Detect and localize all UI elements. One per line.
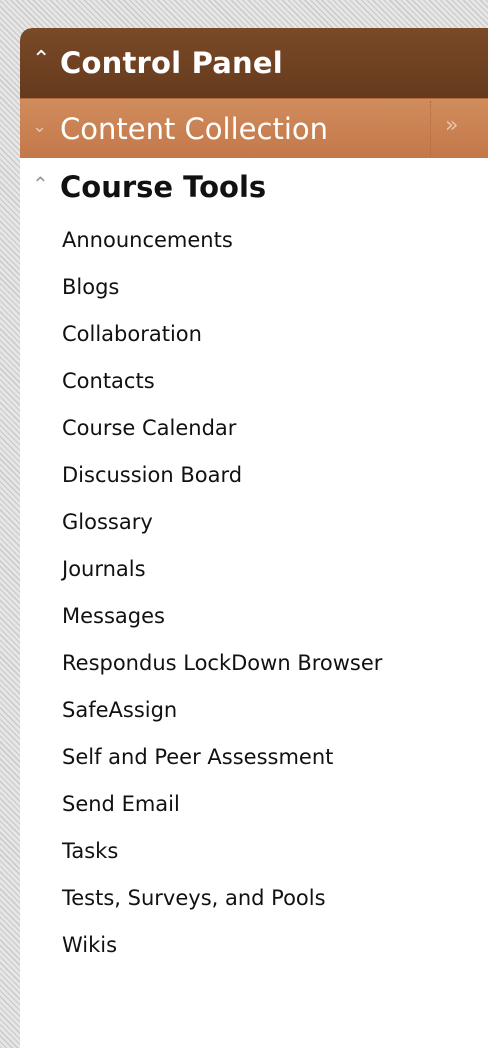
control-panel-title[interactable]: Control Panel (60, 46, 283, 80)
double-chevron-down-icon[interactable]: ⌄ (32, 116, 60, 137)
tool-link-discussion-board[interactable]: Discussion Board (62, 458, 472, 492)
tool-link-safeassign[interactable]: SafeAssign (62, 693, 472, 727)
course-tools-header[interactable]: ⌃ Course Tools (32, 170, 266, 204)
tool-link-messages[interactable]: Messages (62, 599, 472, 633)
tool-link-self-and-peer-assessment[interactable]: Self and Peer Assessment (62, 740, 472, 774)
tool-link-send-email[interactable]: Send Email (62, 787, 472, 821)
content-collection-link[interactable]: Content Collection (60, 112, 445, 146)
control-panel-sidebar: ⌃ Control Panel ⌄ Content Collection » ⌃… (20, 28, 488, 1048)
tool-link-blogs[interactable]: Blogs (62, 270, 472, 304)
control-panel-header[interactable]: ⌃ Control Panel (20, 28, 488, 98)
tool-link-respondus-lockdown-browser[interactable]: Respondus LockDown Browser (62, 646, 392, 680)
tool-link-tests-surveys-pools[interactable]: Tests, Surveys, and Pools (62, 881, 472, 915)
tool-link-glossary[interactable]: Glossary (62, 505, 472, 539)
double-chevron-up-icon[interactable]: ⌃ (32, 172, 60, 196)
tool-link-contacts[interactable]: Contacts (62, 364, 472, 398)
content-collection-row[interactable]: ⌄ Content Collection » (20, 98, 488, 158)
tool-link-wikis[interactable]: Wikis (62, 928, 472, 962)
tool-link-collaboration[interactable]: Collaboration (62, 317, 472, 351)
tool-link-journals[interactable]: Journals (62, 552, 472, 586)
tool-link-course-calendar[interactable]: Course Calendar (62, 411, 472, 445)
row-divider (430, 101, 431, 157)
tool-link-tasks[interactable]: Tasks (62, 834, 472, 868)
course-tools-title[interactable]: Course Tools (60, 170, 266, 204)
course-tools-list: Announcements Blogs Collaboration Contac… (62, 223, 472, 975)
double-chevron-up-icon[interactable]: ⌃ (32, 49, 60, 71)
tool-link-announcements[interactable]: Announcements (62, 223, 472, 257)
double-chevron-right-icon[interactable]: » (445, 113, 458, 138)
